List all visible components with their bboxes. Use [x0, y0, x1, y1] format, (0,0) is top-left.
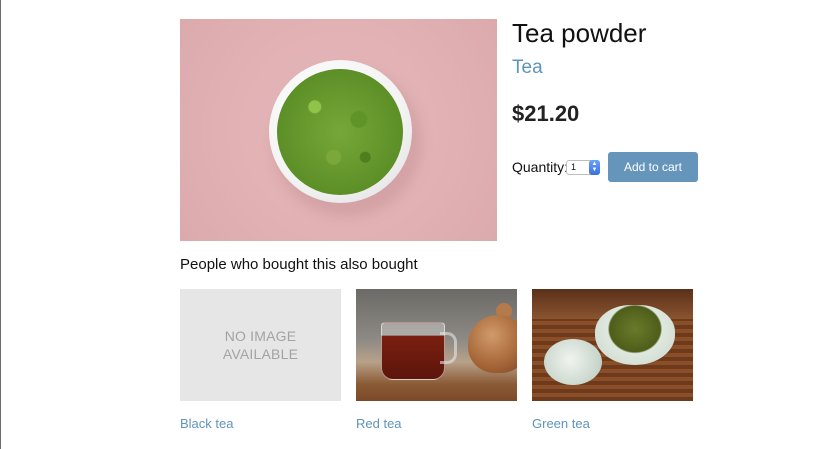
product-title: Tea powder — [512, 18, 647, 48]
product-price: $21.20 — [512, 101, 580, 126]
tea-powder — [277, 69, 403, 195]
also-bought-heading: People who bought this also bought — [180, 256, 418, 273]
product-category-link[interactable]: Tea — [512, 57, 543, 79]
red-tea-image[interactable] — [356, 289, 517, 401]
red-tea-link[interactable]: Red tea — [356, 416, 402, 431]
add-to-cart-button[interactable]: Add to cart — [608, 152, 698, 182]
product-page: Tea powder Tea $21.20 Quantity: 1 ▲ ▼ Add… — [0, 0, 834, 449]
product-image — [180, 19, 497, 241]
black-tea-link[interactable]: Black tea — [180, 416, 233, 431]
tea-saucer — [544, 339, 602, 385]
teapot — [468, 315, 517, 373]
black-tea-image[interactable]: NO IMAGE AVAILABLE — [180, 289, 341, 401]
green-tea-image[interactable] — [532, 289, 693, 401]
green-tea-link[interactable]: Green tea — [532, 416, 590, 431]
page-left-border — [0, 0, 1, 449]
select-arrows-icon: ▲ ▼ — [589, 160, 600, 175]
quantity-label: Quantity: — [512, 159, 569, 175]
no-image-placeholder: NO IMAGE AVAILABLE — [222, 328, 299, 362]
tea-glass-handle — [440, 332, 457, 364]
tea-glass — [381, 322, 445, 380]
quantity-select[interactable]: 1 ▲ ▼ — [566, 160, 600, 175]
quantity-value: 1 — [571, 162, 577, 172]
tea-bowl — [595, 305, 675, 365]
